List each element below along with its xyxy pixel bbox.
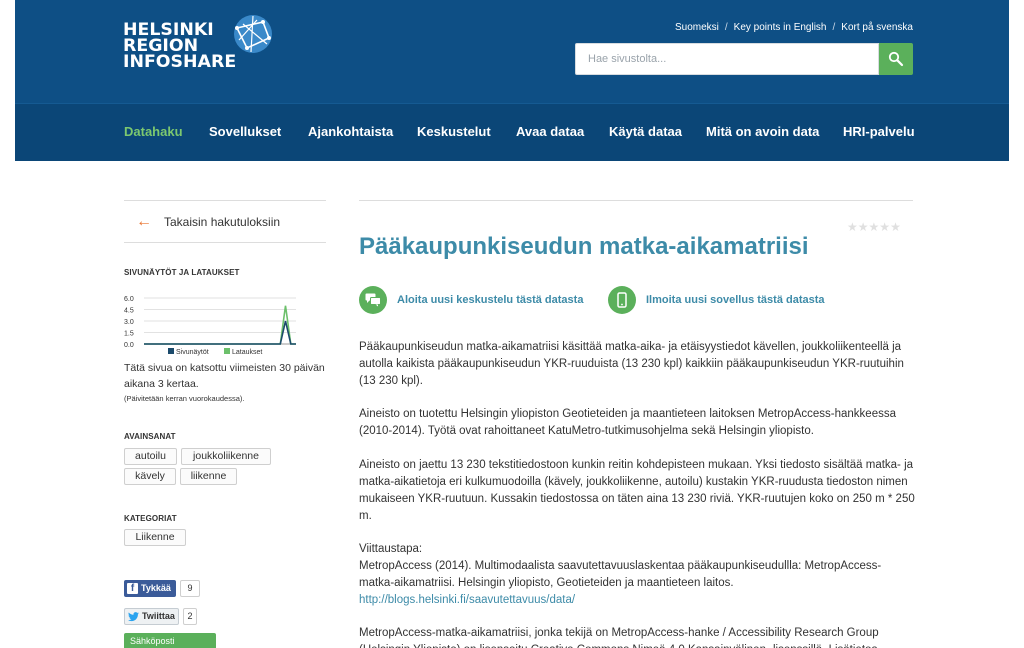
chart-series-line	[144, 305, 296, 345]
start-discussion-link[interactable]: Aloita uusi keskustelu tästä datasta	[359, 286, 583, 314]
chart-legend-label: Lataukset	[232, 349, 262, 356]
description-paragraph: Aineisto on tuotettu Helsingin yliopisto…	[359, 408, 896, 437]
chat-bubbles-icon	[359, 286, 387, 314]
page-margin-right	[1009, 0, 1024, 648]
keywords-heading: AVAINSANAT	[124, 432, 176, 441]
keyword-tag[interactable]: kävely	[124, 468, 176, 485]
license-paragraph: MetropAccess-matka-aikamatriisi, jonka t…	[359, 627, 879, 648]
description-paragraph: Aineisto on jaettu 13 230 tekstitiedosto…	[359, 459, 915, 522]
report-app-label: Ilmoita uusi sovellus tästä datasta	[646, 294, 825, 306]
logo-wordmark: HELSINKI REGION INFOSHARE	[123, 22, 237, 72]
chart-y-tick-label: 0.0	[124, 342, 134, 349]
back-to-results-link[interactable]: ← Takaisin hakutuloksiin	[124, 201, 326, 242]
facebook-like-button[interactable]: f Tykkää	[124, 580, 176, 597]
search-button[interactable]	[879, 43, 913, 75]
views-text: Tätä sivua on katsottu viimeisten 30 päi…	[124, 362, 325, 390]
citation-text: MetropAccess (2014). Multimodaalista saa…	[359, 560, 882, 589]
star-icon[interactable]: ★	[858, 220, 869, 234]
facebook-icon: f	[127, 583, 138, 594]
chart-y-tick-label: 1.5	[124, 331, 134, 338]
report-app-link[interactable]: Ilmoita uusi sovellus tästä datasta	[608, 286, 825, 314]
star-icon[interactable]: ★	[879, 220, 890, 234]
page-margin-left	[0, 0, 15, 648]
chart-legend-swatch	[224, 348, 230, 354]
divider	[124, 242, 326, 243]
twitter-icon	[128, 612, 139, 622]
keyword-tag[interactable]: autoilu	[124, 448, 177, 465]
chart-legend-label: Sivunäytöt	[176, 349, 209, 356]
keyword-tag[interactable]: liikenne	[180, 468, 237, 485]
star-icon[interactable]: ★	[847, 220, 858, 234]
nav-item-keskustelut[interactable]: Keskustelut	[417, 124, 491, 139]
stats-chart: 6.0 4.5 3.0 1.5 0.0 Sivunäytöt Lataukset	[124, 296, 296, 356]
lang-link-fi[interactable]: Suomeksi	[675, 22, 719, 33]
search-icon	[888, 51, 904, 67]
twitter-count: 2	[183, 608, 197, 625]
star-icon[interactable]: ★	[890, 220, 901, 234]
back-link-label: Takaisin hakutuloksiin	[164, 214, 281, 229]
nav-item-kayta-dataa[interactable]: Käytä dataa	[609, 124, 682, 139]
site-logo[interactable]: HELSINKI REGION INFOSHARE	[123, 14, 283, 78]
page-title: Pääkaupunkiseudun matka-aikamatriisi	[359, 233, 809, 260]
main-content	[359, 200, 913, 201]
language-links: Suomeksi / Key points in English / Kort …	[675, 22, 913, 33]
category-tag[interactable]: Liikenne	[124, 529, 186, 546]
lang-link-sv[interactable]: Kort på svenska	[841, 22, 913, 33]
nav-item-datahaku[interactable]: Datahaku	[124, 124, 183, 139]
citation-heading: Viittaustapa:	[359, 543, 423, 555]
nav-item-sovellukset[interactable]: Sovellukset	[209, 124, 281, 139]
chart-y-tick-label: 3.0	[124, 319, 134, 326]
search-box	[575, 43, 879, 75]
facebook-count: 9	[180, 580, 200, 597]
lang-separator: /	[832, 22, 836, 33]
facebook-label: Tykkää	[141, 583, 171, 593]
lang-separator: /	[724, 22, 728, 33]
nav-item-avaa-dataa[interactable]: Avaa dataa	[516, 124, 584, 139]
views-note: (Päivitetään kerran vuorokaudessa).	[124, 394, 245, 403]
divider	[359, 200, 913, 201]
logo-line-3: INFOSHARE	[123, 52, 237, 72]
twitter-label: Twiittaa	[142, 611, 175, 621]
keyword-tag[interactable]: joukkoliikenne	[181, 448, 271, 465]
search-input[interactable]	[576, 44, 878, 74]
lang-link-en[interactable]: Key points in English	[734, 22, 827, 33]
chart-legend-swatch	[168, 348, 174, 354]
sidebar: ← Takaisin hakutuloksiin	[124, 200, 326, 243]
nav-item-mita-on-avoin-data[interactable]: Mitä on avoin data	[706, 124, 819, 139]
chart-y-tick-label: 4.5	[124, 308, 134, 315]
email-share-button[interactable]: Sähköposti	[124, 633, 216, 648]
start-discussion-label: Aloita uusi keskustelu tästä datasta	[397, 294, 584, 306]
chart-y-tick-label: 6.0	[124, 296, 134, 303]
citation-paragraph: Viittaustapa: MetropAccess (2014). Multi…	[359, 541, 915, 609]
citation-link[interactable]: http://blogs.helsinki.fi/saavutettavuus/…	[359, 594, 575, 606]
star-icon[interactable]: ★	[869, 220, 880, 234]
stats-heading: SIVUNÄYTÖT JA LATAUKSET	[124, 268, 240, 277]
globe-icon	[234, 15, 272, 53]
nav-item-ajankohtaista[interactable]: Ajankohtaista	[308, 124, 393, 139]
arrow-left-icon: ←	[136, 212, 152, 230]
description-paragraph: Pääkaupunkiseudun matka-aikamatriisi käs…	[359, 341, 904, 387]
twitter-tweet-button[interactable]: Twiittaa	[124, 608, 179, 625]
categories-heading: KATEGORIAT	[124, 514, 177, 523]
nav-item-hri-palvelu[interactable]: HRI-palvelu	[843, 124, 915, 139]
rating-stars[interactable]: ★★★★★	[847, 220, 901, 234]
mobile-phone-icon	[608, 286, 636, 314]
